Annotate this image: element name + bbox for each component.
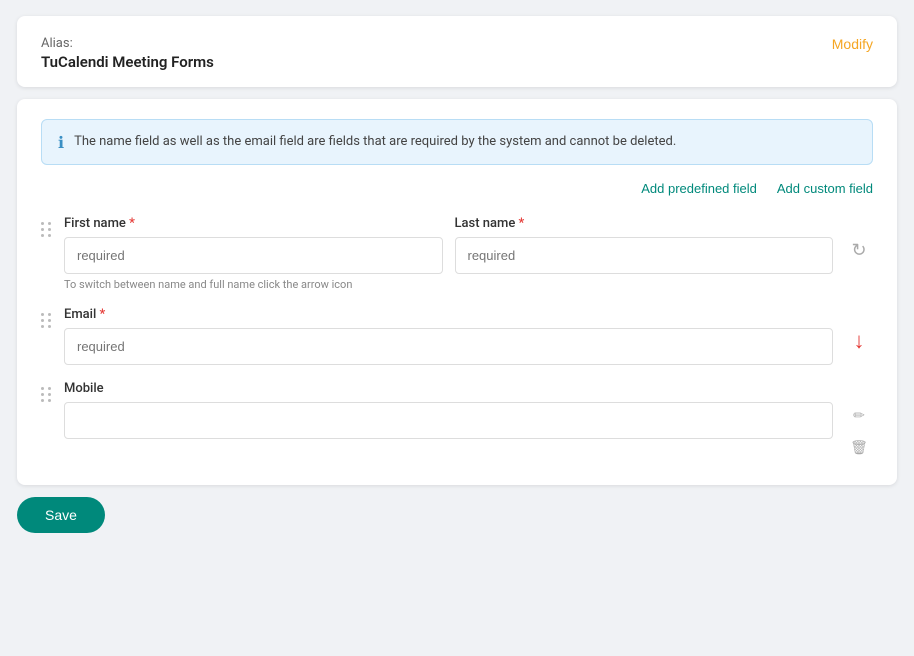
mobile-field-actions: ✏ 🗑 bbox=[845, 381, 873, 461]
add-custom-field-button[interactable]: Add custom field bbox=[777, 181, 873, 196]
alias-card: Alias: TuCalendi Meeting Forms Modify bbox=[17, 16, 897, 87]
trash-icon: 🗑 bbox=[850, 439, 868, 456]
email-label: Email * bbox=[64, 307, 833, 322]
mobile-label: Mobile bbox=[64, 381, 833, 396]
refresh-icon: ↻ bbox=[851, 240, 866, 261]
first-name-field-actions: ↻ bbox=[845, 216, 873, 264]
drag-handle-first-name[interactable] bbox=[41, 216, 52, 237]
first-name-field-content: First name * Last name * bbox=[64, 216, 833, 291]
delete-mobile-button[interactable]: 🗑 bbox=[845, 433, 873, 461]
arrow-down-red-icon: ↓ bbox=[854, 328, 865, 354]
edit-mobile-button[interactable]: ✏ bbox=[845, 401, 873, 429]
last-name-label: Last name * bbox=[455, 216, 834, 231]
add-predefined-field-button[interactable]: Add predefined field bbox=[641, 181, 757, 196]
mobile-input[interactable] bbox=[64, 402, 833, 439]
last-name-required-star: * bbox=[519, 216, 525, 231]
actions-row: Add predefined field Add custom field bbox=[41, 181, 873, 196]
first-name-required-star: * bbox=[129, 216, 135, 231]
content-card: ℹ The name field as well as the email fi… bbox=[17, 99, 897, 485]
refresh-name-button[interactable]: ↻ bbox=[845, 236, 873, 264]
email-required-star: * bbox=[100, 307, 106, 322]
drag-handle-email[interactable] bbox=[41, 307, 52, 328]
first-name-label: First name * bbox=[64, 216, 443, 231]
mobile-field-content: Mobile bbox=[64, 381, 833, 439]
first-name-input[interactable] bbox=[64, 237, 443, 274]
email-field-actions: ↓ bbox=[845, 307, 873, 355]
last-name-input[interactable] bbox=[455, 237, 834, 274]
move-down-email-button[interactable]: ↓ bbox=[845, 327, 873, 355]
modify-button[interactable]: Modify bbox=[832, 36, 873, 52]
fields-container: First name * Last name * bbox=[41, 216, 873, 461]
alias-label: Alias: bbox=[41, 36, 214, 51]
pencil-icon: ✏ bbox=[853, 407, 865, 424]
info-banner-text: The name field as well as the email fiel… bbox=[74, 132, 676, 152]
first-name-field-row: First name * Last name * bbox=[41, 216, 873, 291]
name-switch-hint: To switch between name and full name cli… bbox=[64, 278, 833, 291]
footer-bar: Save bbox=[17, 485, 897, 537]
info-icon: ℹ bbox=[58, 133, 64, 152]
alias-value: TuCalendi Meeting Forms bbox=[41, 53, 214, 71]
mobile-field-row: Mobile ✏ 🗑 bbox=[41, 381, 873, 461]
email-field-row: Email * ↓ bbox=[41, 307, 873, 365]
drag-handle-mobile[interactable] bbox=[41, 381, 52, 402]
email-field-content: Email * bbox=[64, 307, 833, 365]
email-input[interactable] bbox=[64, 328, 833, 365]
save-button[interactable]: Save bbox=[17, 497, 105, 533]
info-banner: ℹ The name field as well as the email fi… bbox=[41, 119, 873, 165]
